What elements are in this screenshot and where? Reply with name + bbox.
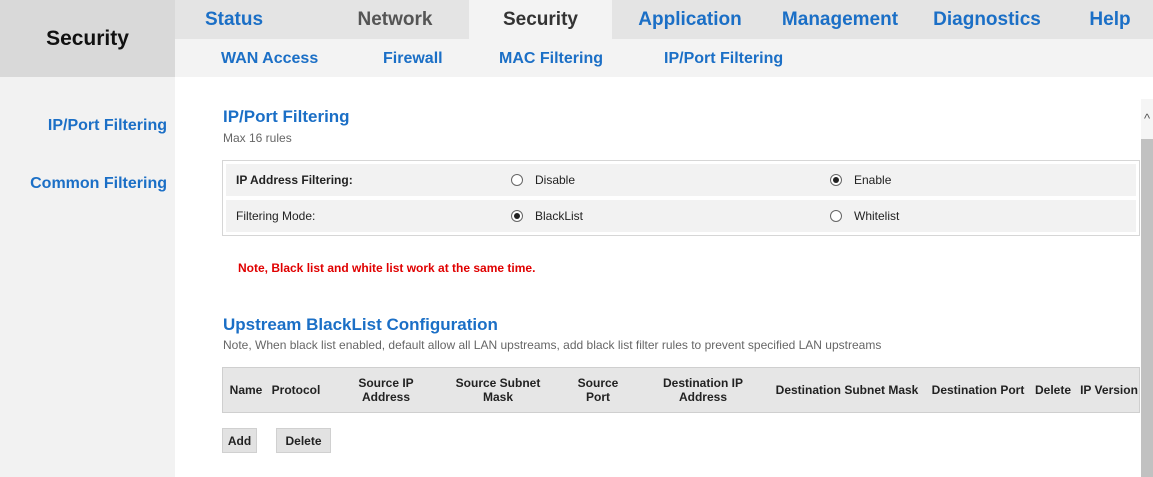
filtering-mode-whitelist-option[interactable]: Whitelist: [830, 200, 899, 232]
radio-blacklist[interactable]: [511, 210, 523, 222]
sidebar: IP/Port Filtering Common Filtering: [0, 77, 175, 477]
upstream-blacklist-note: Note, When black list enabled, default a…: [223, 338, 882, 352]
radio-disable[interactable]: [511, 174, 523, 186]
scroll-up-arrow-icon[interactable]: ^: [1141, 111, 1153, 129]
top-navigation: Status Network Security Application Mana…: [175, 0, 1153, 39]
upstream-blacklist-title: Upstream BlackList Configuration: [223, 315, 498, 334]
scrollbar-thumb[interactable]: [1141, 139, 1153, 477]
filtering-mode-label: Filtering Mode:: [236, 209, 316, 223]
delete-rule-button[interactable]: Delete: [276, 428, 331, 453]
vertical-scrollbar[interactable]: ^: [1141, 99, 1153, 477]
subtab-wan-access[interactable]: WAN Access: [221, 39, 318, 77]
column-header-delete: Delete: [1034, 383, 1072, 397]
page-title: IP/Port Filtering: [223, 107, 350, 126]
section-title-brand: Security: [0, 0, 175, 77]
tab-management[interactable]: Management: [769, 0, 911, 39]
add-rule-button[interactable]: Add: [222, 428, 257, 453]
column-header-ip-version: IP Version: [1080, 383, 1138, 397]
column-header-name: Name: [229, 383, 263, 397]
tab-diagnostics[interactable]: Diagnostics: [923, 0, 1051, 39]
max-rules-note: Max 16 rules: [223, 131, 292, 145]
ip-filtering-row: IP Address Filtering: Disable Enable: [226, 164, 1136, 196]
column-header-destination-mask: Destination Subnet Mask: [775, 383, 919, 397]
sidebar-item-common-filtering[interactable]: Common Filtering: [30, 175, 167, 193]
subtab-ip-port-filtering[interactable]: IP/Port Filtering: [664, 39, 783, 77]
radio-blacklist-label: BlackList: [535, 209, 584, 223]
filtering-mode-row: Filtering Mode: BlackList Whitelist: [226, 200, 1136, 232]
filtering-mode-blacklist-option[interactable]: BlackList: [511, 200, 583, 232]
column-header-destination-port: Destination Port: [931, 383, 1025, 397]
radio-enable-label: Enable: [854, 173, 892, 187]
tab-application[interactable]: Application: [625, 0, 755, 39]
column-header-source-mask: Source Subnet Mask: [455, 376, 541, 404]
ip-filtering-enable-option[interactable]: Enable: [830, 164, 891, 196]
upstream-rules-table: Name Protocol Source IP Address Source S…: [222, 367, 1140, 413]
ip-filtering-disable-option[interactable]: Disable: [511, 164, 575, 196]
radio-whitelist-label: Whitelist: [854, 209, 900, 223]
column-header-source-ip: Source IP Address: [358, 376, 414, 404]
filter-settings-box: IP Address Filtering: Disable Enable Fil…: [222, 160, 1140, 236]
sub-navigation: WAN Access Firewall MAC Filtering IP/Por…: [175, 39, 1153, 77]
tab-status[interactable]: Status: [189, 0, 279, 39]
header: Security Status Network Security Applica…: [0, 0, 1153, 77]
sidebar-item-ip-port-filtering[interactable]: IP/Port Filtering: [48, 117, 167, 135]
main-content: IP/Port Filtering Max 16 rules IP Addres…: [175, 77, 1153, 477]
column-header-protocol: Protocol: [271, 383, 321, 397]
warning-note: Note, Black list and white list work at …: [238, 261, 536, 275]
subtab-firewall[interactable]: Firewall: [383, 39, 443, 77]
tab-help[interactable]: Help: [1080, 0, 1140, 39]
column-header-source-port: Source Port: [577, 376, 619, 404]
radio-whitelist[interactable]: [830, 210, 842, 222]
subtab-mac-filtering[interactable]: MAC Filtering: [499, 39, 603, 77]
tab-network[interactable]: Network: [340, 0, 450, 39]
column-header-destination-ip: Destination IP Address: [662, 376, 743, 404]
radio-enable[interactable]: [830, 174, 842, 186]
tab-security[interactable]: Security: [469, 0, 612, 39]
radio-disable-label: Disable: [535, 173, 576, 187]
ip-filtering-label: IP Address Filtering:: [236, 173, 353, 187]
